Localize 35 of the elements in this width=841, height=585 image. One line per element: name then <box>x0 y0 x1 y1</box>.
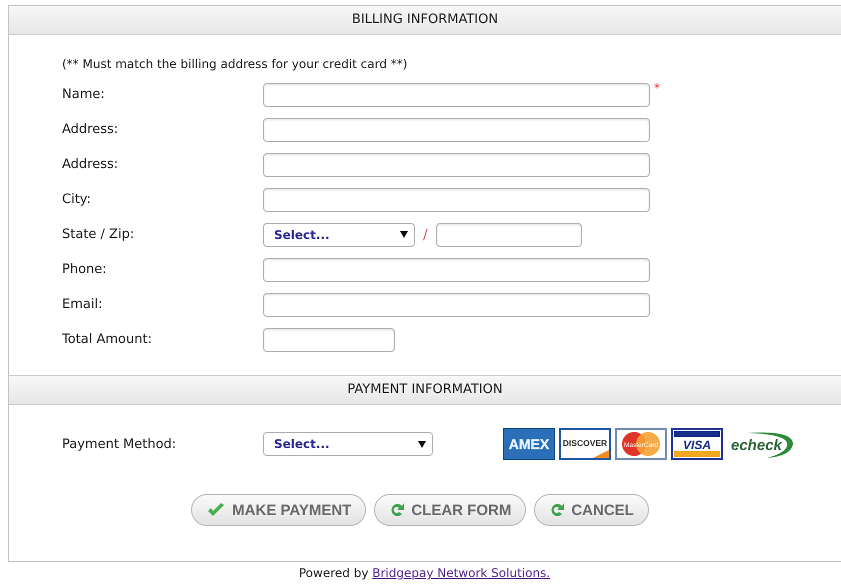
form-button[interactable]: MAKE PAYMENT <box>191 494 366 526</box>
visa-logo: VISA <box>671 428 723 460</box>
separator-slash: / <box>423 226 428 242</box>
input-field[interactable] <box>263 258 650 282</box>
zip-field[interactable] <box>436 222 582 246</box>
state-dropdown[interactable]: Select... <box>263 222 415 246</box>
field-label: Payment Method: <box>62 436 178 452</box>
input-field[interactable] <box>263 82 650 106</box>
checkmark-icon <box>206 502 226 518</box>
payment-method-dropdown[interactable]: Select... <box>263 432 433 456</box>
input-field[interactable] <box>263 118 650 142</box>
footer-link[interactable]: Bridgepay Network Solutions. <box>372 566 550 580</box>
amex-logo: AMEX <box>503 428 555 460</box>
section-header: PAYMENT INFORMATION <box>9 375 841 405</box>
billing-note: (** Must match the billing address for your credit card **) <box>62 57 408 71</box>
field-label: Email: <box>62 297 104 312</box>
discover-logo: DISCOVER <box>559 428 611 460</box>
footer-text: Powered by Bridgepay Network Solutions. <box>298 566 552 580</box>
field-label: Total Amount: <box>62 332 153 347</box>
form-button[interactable]: CANCEL <box>534 494 649 526</box>
input-field[interactable] <box>263 328 395 352</box>
form-button[interactable]: CLEAR FORM <box>374 494 526 526</box>
field-label: State / Zip: <box>62 227 136 242</box>
field-label: Name: <box>62 87 106 102</box>
refresh-icon <box>549 501 566 519</box>
field-label: Address: <box>62 122 120 137</box>
field-label: Address: <box>62 157 120 172</box>
input-field[interactable] <box>263 292 650 316</box>
required-mark: * <box>654 81 660 95</box>
input-field[interactable] <box>263 188 650 212</box>
field-label: City: <box>62 192 92 207</box>
refresh-icon <box>389 501 406 519</box>
section-header: BILLING INFORMATION <box>9 6 841 35</box>
field-label: Phone: <box>62 262 108 277</box>
input-field[interactable] <box>263 152 650 176</box>
